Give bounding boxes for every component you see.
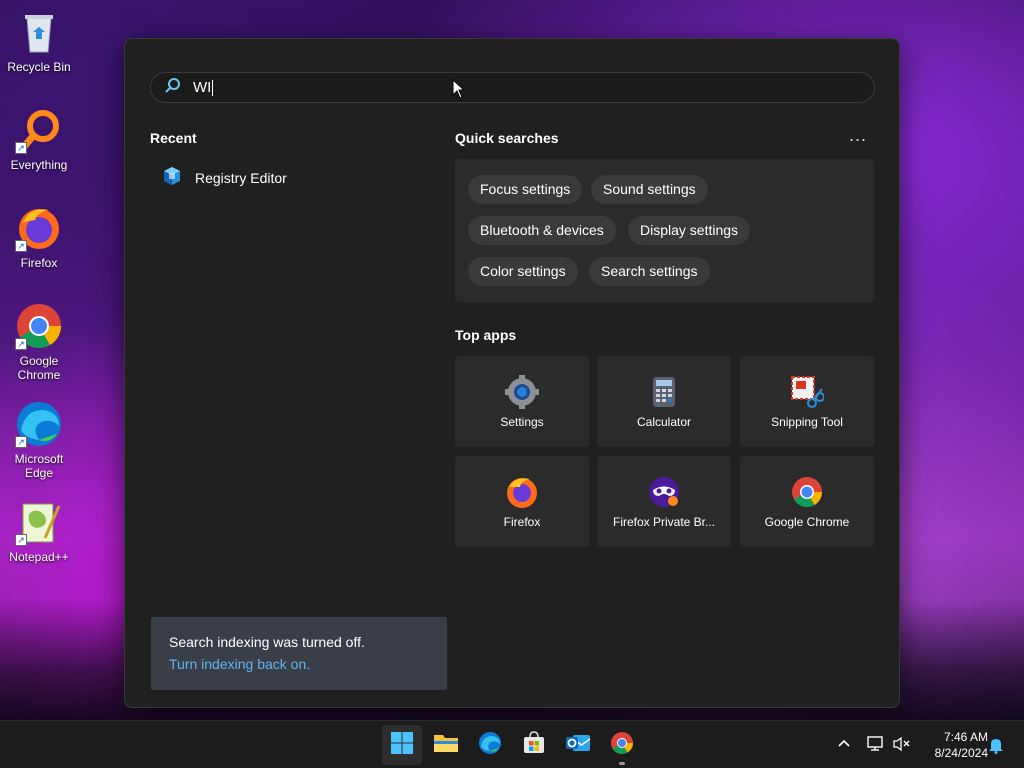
turn-indexing-on-link[interactable]: Turn indexing back on.	[169, 656, 429, 672]
app-tile-settings[interactable]: Settings	[455, 356, 589, 447]
recent-title: Recent	[150, 130, 197, 146]
outlook-icon	[565, 731, 591, 760]
desktop-icon-notepadpp[interactable]: ↗ Notepad++	[4, 498, 74, 564]
desktop-icon-label: Microsoft Edge	[14, 452, 64, 480]
desktop-icon-firefox[interactable]: ↗ Firefox	[4, 204, 74, 270]
app-tile-label: Snipping Tool	[771, 414, 843, 429]
notifications-button[interactable]	[988, 736, 1004, 759]
clock-time: 7:46 AM	[943, 730, 988, 744]
notepadpp-icon: ↗	[15, 498, 63, 546]
edge-icon	[478, 731, 502, 760]
settings-gear-icon	[505, 374, 539, 409]
chip-display-settings[interactable]: Display settings	[628, 216, 751, 245]
app-tile-firefox-private[interactable]: Firefox Private Br...	[597, 456, 731, 547]
app-tile-google-chrome[interactable]: Google Chrome	[740, 456, 874, 547]
store-icon	[522, 730, 546, 760]
text-caret	[212, 80, 214, 97]
desktop-icon-label: Recycle Bin	[7, 60, 71, 74]
taskbar-chrome[interactable]	[602, 725, 642, 765]
recent-item-label: Registry Editor	[195, 169, 287, 186]
recycle-bin-icon	[15, 8, 63, 56]
desktop-icon-label: Google Chrome	[17, 354, 61, 382]
app-tile-label: Firefox	[503, 514, 541, 529]
desktop-icon-everything[interactable]: ↗ Everything	[4, 106, 74, 172]
clock[interactable]: 7:46 AM 8/24/2024	[918, 729, 988, 761]
snipping-tool-icon	[790, 375, 825, 409]
app-tile-snipping-tool[interactable]: Snipping Tool	[740, 356, 874, 447]
chevron-up-icon	[836, 738, 852, 755]
edge-icon: ↗	[15, 400, 63, 448]
chip-focus-settings[interactable]: Focus settings	[468, 175, 583, 204]
chip-bluetooth-devices[interactable]: Bluetooth & devices	[468, 216, 616, 245]
indexing-notice: Search indexing was turned off. Turn ind…	[151, 617, 447, 690]
chip-search-settings[interactable]: Search settings	[589, 257, 710, 286]
top-apps-title: Top apps	[455, 327, 517, 343]
start-icon	[390, 731, 414, 760]
search-query-text: WI	[193, 78, 212, 96]
network-status-button[interactable]	[866, 735, 886, 758]
firefox-icon	[505, 475, 539, 509]
taskbar: 7:46 AM 8/24/2024	[0, 720, 1024, 768]
firefox-private-icon	[647, 475, 681, 509]
running-indicator	[619, 762, 625, 765]
app-tile-firefox[interactable]: Firefox	[455, 456, 589, 547]
bell-icon	[988, 739, 1004, 758]
app-tile-label: Google Chrome	[764, 514, 850, 529]
app-tile-label: Firefox Private Br...	[612, 514, 716, 529]
indexing-message: Search indexing was turned off.	[169, 634, 365, 650]
clock-date: 8/24/2024	[934, 746, 988, 760]
network-icon	[866, 736, 886, 757]
taskbar-edge[interactable]	[470, 725, 510, 765]
show-hidden-icons-button[interactable]	[836, 735, 852, 756]
desktop-icon-label: Notepad++	[9, 550, 69, 564]
start-button[interactable]	[382, 725, 422, 765]
registry-editor-icon	[161, 165, 183, 190]
more-options-button[interactable]: ...	[849, 125, 867, 146]
app-tile-label: Settings	[500, 414, 544, 429]
chrome-icon	[610, 731, 634, 760]
volume-button[interactable]	[892, 735, 912, 758]
recent-item-registry-editor[interactable]: Registry Editor	[161, 165, 287, 190]
search-panel: WI Recent Registry Editor Quick searches…	[124, 38, 900, 708]
taskbar-outlook[interactable]	[558, 725, 598, 765]
more-icon: ...	[849, 125, 868, 145]
desktop-icon-microsoft-edge[interactable]: ↗ Microsoft Edge	[4, 400, 74, 480]
desktop-icon-google-chrome[interactable]: ↗ Google Chrome	[4, 302, 74, 382]
search-input[interactable]: WI	[150, 72, 875, 103]
chrome-icon	[790, 475, 824, 509]
firefox-icon: ↗	[15, 204, 63, 252]
search-icon	[165, 77, 181, 98]
taskbar-file-explorer[interactable]	[426, 725, 466, 765]
everything-search-icon: ↗	[15, 106, 63, 154]
chrome-icon: ↗	[15, 302, 63, 350]
quick-searches-box: Focus settings Sound settings Bluetooth …	[455, 159, 874, 302]
calculator-icon	[647, 375, 681, 409]
app-tile-label: Calculator	[636, 414, 692, 429]
chip-color-settings[interactable]: Color settings	[468, 257, 578, 286]
desktop-icon-label: Firefox	[20, 256, 58, 270]
app-tile-calculator[interactable]: Calculator	[597, 356, 731, 447]
desktop-icon-label: Everything	[10, 158, 68, 172]
chip-sound-settings[interactable]: Sound settings	[591, 175, 708, 204]
quick-searches-title: Quick searches	[455, 130, 559, 146]
file-explorer-icon	[433, 732, 459, 759]
mouse-cursor-icon	[452, 78, 466, 104]
volume-muted-icon	[892, 736, 912, 757]
taskbar-store[interactable]	[514, 725, 554, 765]
desktop-icon-recycle-bin[interactable]: Recycle Bin	[4, 8, 74, 74]
